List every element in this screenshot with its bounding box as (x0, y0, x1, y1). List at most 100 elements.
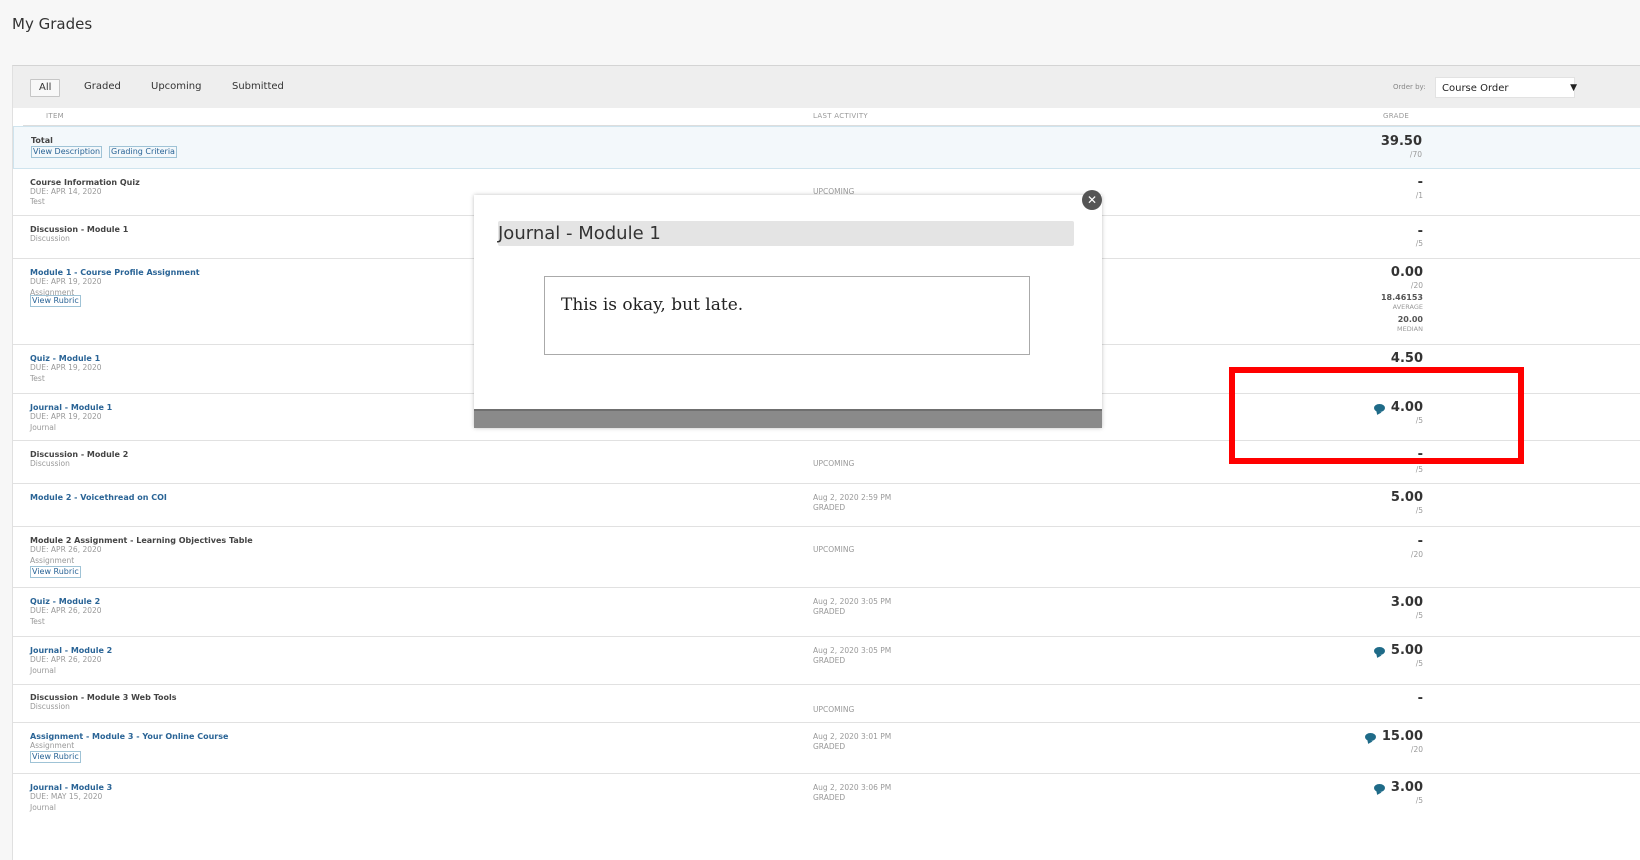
item-title[interactable]: Assignment - Module 3 - Your Online Cour… (30, 732, 228, 741)
modal-footer-bar (474, 409, 1102, 428)
order-by-value: Course Order (1442, 83, 1509, 94)
item-median-label: MEDIAN (1397, 325, 1423, 333)
item-activity-date: Aug 2, 2020 3:05 PM (813, 597, 892, 606)
item-out-of: /20 (1410, 745, 1423, 754)
item-out-of: /5 (1415, 611, 1423, 620)
view-rubric-link[interactable]: View Rubric (30, 566, 81, 578)
item-average-label: AVERAGE (1392, 303, 1423, 311)
table-row: Journal - Module 3 DUE: MAY 15, 2020 Jou… (13, 774, 1640, 822)
total-row: Total View Description Grading Criteria … (13, 126, 1640, 169)
item-type: Journal (30, 803, 56, 812)
item-title: Discussion - Module 1 (30, 225, 129, 234)
item-due: DUE: APR 26, 2020 (30, 606, 102, 615)
item-activity: GRADED (813, 742, 846, 751)
item-grade: 4.50 (1390, 351, 1423, 366)
table-row: Module 2 Assignment - Learning Objective… (13, 527, 1640, 588)
highlight-box (1229, 367, 1524, 464)
item-grade: 3.00 (1390, 595, 1423, 610)
item-due: DUE: APR 14, 2020 (30, 187, 102, 196)
item-title: Module 2 Assignment - Learning Objective… (30, 536, 253, 545)
filter-toolbar: All Graded Upcoming Submitted Order by: … (13, 66, 1640, 108)
view-rubric-link[interactable]: View Rubric (30, 751, 81, 763)
page-title: My Grades (12, 15, 93, 33)
filter-graded[interactable]: Graded (76, 79, 129, 95)
item-grade[interactable]: 5.00 (1373, 643, 1423, 658)
item-title[interactable]: Quiz - Module 1 (30, 354, 100, 363)
order-by-select[interactable]: Course Order ▼ (1435, 77, 1577, 98)
item-out-of: /1 (1415, 191, 1423, 200)
item-out-of: /5 (1415, 506, 1423, 515)
item-out-of: /20 (1410, 281, 1423, 290)
table-row: Discussion - Module 3 Web Tools Discussi… (13, 685, 1640, 723)
item-grade-value: 5.00 (1390, 643, 1423, 658)
filter-all[interactable]: All (30, 79, 61, 97)
item-title[interactable]: Journal - Module 3 (30, 783, 112, 792)
item-out-of: /5 (1415, 239, 1423, 248)
item-grade-value: 3.00 (1390, 780, 1423, 795)
view-rubric-link[interactable]: View Rubric (30, 295, 81, 307)
item-activity-date: Aug 2, 2020 3:01 PM (813, 732, 892, 741)
item-due: DUE: APR 19, 2020 (30, 277, 102, 286)
view-description-link[interactable]: View Description (31, 146, 103, 158)
feedback-comment-box: This is okay, but late. (544, 276, 1030, 355)
item-activity: UPCOMING (813, 459, 855, 468)
item-type: Discussion (30, 234, 70, 243)
item-type: Test (30, 617, 45, 626)
item-out-of: /5 (1415, 659, 1423, 668)
item-title[interactable]: Journal - Module 2 (30, 646, 112, 655)
table-row: Journal - Module 2 DUE: APR 26, 2020 Jou… (13, 637, 1640, 685)
item-type: Test (30, 374, 45, 383)
total-grade: 39.50 (1380, 134, 1422, 149)
item-out-of: /5 (1415, 465, 1423, 474)
item-activity-date: Aug 2, 2020 3:05 PM (813, 646, 892, 655)
filter-submitted[interactable]: Submitted (224, 79, 292, 95)
item-grade: - (1417, 224, 1423, 239)
item-title[interactable]: Module 2 - Voicethread on COI (30, 493, 167, 502)
comment-bubble-icon[interactable] (1373, 646, 1385, 655)
item-activity: GRADED (813, 793, 846, 802)
item-out-of: /5 (1415, 796, 1423, 805)
item-grade: - (1417, 691, 1423, 706)
item-out-of: /20 (1410, 550, 1423, 559)
item-activity-date: Aug 2, 2020 2:59 PM (813, 493, 892, 502)
feedback-modal: ✕ Journal - Module 1 This is okay, but l… (474, 190, 1102, 428)
item-due: DUE: APR 19, 2020 (30, 363, 102, 372)
item-title[interactable]: Quiz - Module 2 (30, 597, 100, 606)
item-type: Discussion (30, 702, 70, 711)
item-activity: UPCOMING (813, 545, 855, 554)
item-activity-date: Aug 2, 2020 3:06 PM (813, 783, 892, 792)
item-grade[interactable]: 3.00 (1373, 780, 1423, 795)
modal-title: Journal - Module 1 (498, 221, 1074, 246)
item-average: 18.46153 (1380, 293, 1423, 302)
item-type: Assignment (30, 556, 75, 565)
item-due: DUE: APR 26, 2020 (30, 545, 102, 554)
item-grade-value: 15.00 (1381, 729, 1423, 744)
item-type: Journal (30, 423, 56, 432)
comment-bubble-icon[interactable] (1364, 732, 1376, 741)
item-type: Assignment (30, 741, 75, 750)
comment-bubble-icon[interactable] (1373, 783, 1385, 792)
column-header-item: ITEM (46, 112, 65, 120)
column-header-activity: LAST ACTIVITY (813, 112, 868, 120)
filter-upcoming[interactable]: Upcoming (143, 79, 210, 95)
close-icon[interactable]: ✕ (1082, 190, 1102, 210)
item-title: Discussion - Module 2 (30, 450, 129, 459)
feedback-comment-text: This is okay, but late. (561, 295, 744, 315)
grading-criteria-link[interactable]: Grading Criteria (109, 146, 177, 158)
item-grade: 5.00 (1390, 490, 1423, 505)
item-title: Course Information Quiz (30, 178, 140, 187)
item-title[interactable]: Module 1 - Course Profile Assignment (30, 268, 200, 277)
item-activity: GRADED (813, 503, 846, 512)
order-by-label: Order by: (1393, 83, 1426, 91)
table-row: Module 2 - Voicethread on COI Aug 2, 202… (13, 484, 1640, 527)
item-title[interactable]: Journal - Module 1 (30, 403, 112, 412)
item-type: Journal (30, 666, 56, 675)
item-grade[interactable]: 15.00 (1364, 729, 1423, 744)
column-header-grade: GRADE (1383, 112, 1410, 120)
modal-title-text: Journal - Module 1 (498, 223, 661, 244)
table-row: Quiz - Module 2 DUE: APR 26, 2020 Test A… (13, 588, 1640, 637)
table-row: Assignment - Module 3 - Your Online Cour… (13, 723, 1640, 774)
item-median: 20.00 (1397, 315, 1423, 324)
item-grade: - (1417, 534, 1423, 549)
item-activity: GRADED (813, 607, 846, 616)
